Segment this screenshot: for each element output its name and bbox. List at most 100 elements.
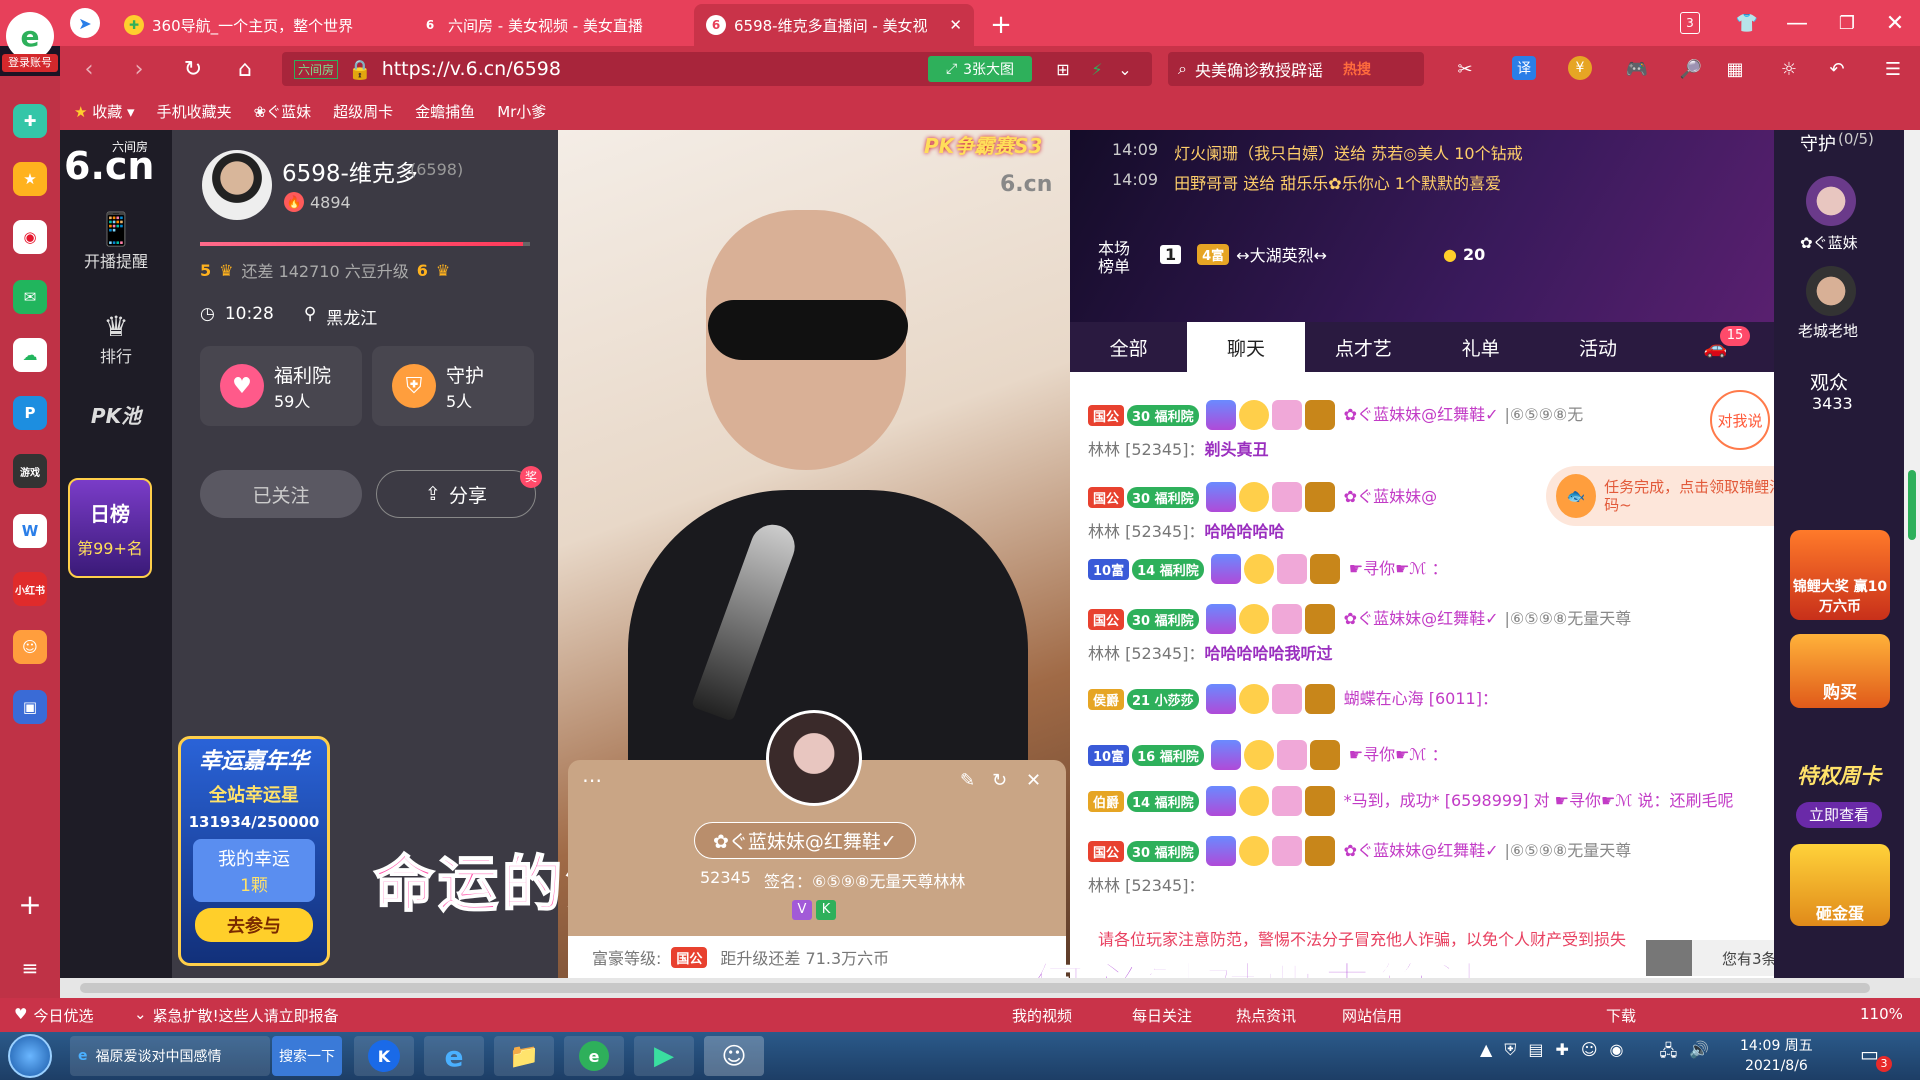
nav-live-reminder[interactable]: 📱 开播提醒 — [60, 210, 172, 272]
minimize-button[interactable]: — — [1782, 8, 1812, 38]
status-my-video[interactable]: 我的视频 — [1012, 1005, 1072, 1026]
notification-button[interactable]: ▭ 3 — [1860, 1042, 1892, 1072]
image-mode-button[interactable]: ⤢ 3张大图 — [928, 56, 1032, 82]
add-app-icon[interactable]: + — [14, 888, 46, 921]
bookmark-mr[interactable]: Mr小爹 — [497, 101, 546, 122]
close-window-button[interactable]: ✕ — [1880, 8, 1910, 38]
network-icon[interactable]: 🖧 — [1660, 1040, 1678, 1067]
tab-room-6598[interactable]: 6 6598-维克多直播间 - 美女视 ✕ — [694, 4, 974, 46]
tab-all[interactable]: 全部 — [1070, 322, 1187, 372]
tab-count-button[interactable]: 3 — [1680, 12, 1700, 34]
status-hot-news[interactable]: 热点资讯 — [1236, 1005, 1296, 1026]
chat-user[interactable]: ✿ぐ蓝妹妹@红舞鞋✓ — [1344, 405, 1499, 424]
favorites-app-icon[interactable]: ★ — [13, 162, 47, 196]
more-icon[interactable]: ⋯ — [582, 768, 602, 792]
translate-button[interactable]: 译 — [1512, 56, 1536, 80]
taskbar-explorer[interactable]: 📁 — [494, 1036, 554, 1076]
scrollbar-thumb[interactable] — [1908, 470, 1916, 540]
guard-card[interactable]: ⛨ 守护 5人 — [372, 346, 534, 426]
zoom-level[interactable]: 110% — [1860, 1005, 1903, 1023]
bookmark-favorites[interactable]: ★ 收藏 ▾ — [74, 101, 135, 122]
site-logo[interactable]: 六间房 6.cn — [64, 134, 164, 188]
avatar-app-icon[interactable]: ☺ — [13, 630, 47, 664]
taskbar-ie-search[interactable]: e 福原爱谈对中国感情 — [70, 1036, 270, 1076]
user-icon[interactable]: ☺ — [1581, 1040, 1598, 1067]
avatar[interactable] — [202, 150, 272, 220]
nav-pk-pool[interactable]: PK池 — [60, 400, 172, 429]
shield-icon[interactable]: ⛨ — [1504, 1040, 1516, 1067]
status-daily-follow[interactable]: 每日关注 — [1132, 1005, 1192, 1026]
magnifier-icon[interactable]: 🔎 — [1676, 54, 1706, 84]
lucky-carnival-card[interactable]: 幸运嘉年华 全站幸运星 131934/250000 我的幸运 1颗 去参与 — [178, 736, 330, 966]
chat-sender[interactable]: 林林 [52345]： — [1088, 522, 1204, 541]
followed-button[interactable]: 已关注 — [200, 470, 362, 518]
status-news[interactable]: ⌄ 紧急扩散!这些人请立即报备 — [134, 1005, 339, 1026]
tray-up-icon[interactable]: ▲ — [1480, 1040, 1492, 1067]
bookmark-mobile[interactable]: 手机收藏夹 — [157, 101, 232, 122]
scissors-icon[interactable]: ✂ — [1450, 54, 1480, 84]
cloud-app-icon[interactable]: ☁ — [13, 338, 47, 372]
taskbar-active-app[interactable]: ☺ — [704, 1036, 764, 1076]
guard-avatar[interactable] — [1806, 266, 1856, 316]
chevron-down-icon[interactable]: ⌄ — [1112, 56, 1138, 82]
talk-to-me-button[interactable]: 对我说 — [1710, 390, 1770, 450]
nav-ranking[interactable]: ♛ 排行 — [60, 310, 172, 367]
welfare-card[interactable]: ♥ 福利院 59人 — [200, 346, 362, 426]
tab-car[interactable]: 🚗 — [1657, 322, 1774, 372]
bookmark-lanmei[interactable]: ❀ぐ蓝妹 — [254, 101, 312, 122]
chat-message[interactable]: 伯爵 14 福利院 *马到，成功* [6598999] 对 ☛寻你☛ℳ 说：还刷毛呢 — [1088, 786, 1758, 816]
chat-message[interactable]: 国公 30 福利院 ✿ぐ蓝妹妹@红舞鞋✓ |⑥⑤⑨⑧无量天尊 — [1088, 836, 1758, 866]
back-icon[interactable]: ‹ — [74, 54, 104, 84]
apps-icon[interactable]: ▦ — [1720, 54, 1750, 84]
status-credit[interactable]: 网站信用 — [1342, 1005, 1402, 1026]
promo-view-now[interactable]: 立即查看 — [1796, 802, 1882, 828]
tab-6cn[interactable]: 6 六间房 - 美女视频 - 美女直播 — [408, 4, 688, 46]
tool-app-icon[interactable]: ▣ — [13, 690, 47, 724]
chat-message[interactable]: 国公 30 福利院 ✿ぐ蓝妹妹@红舞鞋✓ |⑥⑤⑨⑧无 — [1088, 400, 1758, 430]
chat-sender[interactable]: 林林 [52345]： — [1088, 644, 1204, 663]
doc-app-icon[interactable]: W — [13, 514, 47, 548]
undo-icon[interactable]: ↶ — [1822, 54, 1852, 84]
forward-icon[interactable]: › — [124, 54, 154, 84]
game-app-icon[interactable]: 游戏 — [13, 454, 47, 488]
horizontal-scrollbar[interactable] — [60, 978, 1920, 998]
taskbar-ie[interactable]: e — [424, 1036, 484, 1076]
send-icon[interactable]: ➤ — [70, 8, 100, 38]
status-today-picks[interactable]: ♥ 今日优选 — [14, 1005, 93, 1026]
menu-icon[interactable]: ☰ — [1878, 54, 1908, 84]
close-card-icon[interactable]: ✕ — [1026, 770, 1041, 791]
bookmark-fishing[interactable]: 金蟾捕鱼 — [415, 101, 475, 122]
start-button[interactable] — [8, 1034, 52, 1078]
taskbar-k-app[interactable]: K — [354, 1036, 414, 1076]
promo-egg[interactable]: 砸金蛋 — [1790, 844, 1890, 926]
login-button[interactable]: 登录账号 — [2, 54, 58, 72]
brightness-icon[interactable]: ☼ — [1774, 54, 1804, 84]
guard-avatar[interactable] — [1806, 176, 1856, 226]
bookmark-weekcard[interactable]: 超级周卡 — [333, 101, 393, 122]
close-tab-icon[interactable]: ✕ — [949, 16, 962, 34]
plus-icon[interactable]: ✚ — [1555, 1040, 1568, 1067]
share-button[interactable]: ⇪ 分享 — [376, 470, 536, 518]
reload-icon[interactable]: ↻ — [178, 54, 208, 84]
session-rank-row[interactable]: 1 4富 ↔大湖英烈↔ ● 20 — [1160, 242, 1485, 266]
vertical-scrollbar[interactable] — [1904, 130, 1920, 978]
shirt-icon[interactable]: 👕 — [1732, 8, 1762, 38]
chat-user[interactable]: 蝴蝶在心海 [6011]： — [1344, 689, 1498, 708]
doc-icon[interactable]: ▤ — [1528, 1040, 1543, 1067]
tab-talent[interactable]: 点才艺 — [1305, 322, 1422, 372]
bolt-icon[interactable]: ⚡ — [1084, 56, 1110, 82]
taskbar-search-button[interactable]: 搜索一下 — [272, 1036, 342, 1076]
chat-user[interactable]: ✿ぐ蓝妹妹@红舞鞋✓ — [1344, 609, 1499, 628]
promo-weekcard[interactable]: 特权周卡 — [1784, 760, 1894, 800]
chat-user[interactable]: ✿ぐ蓝妹妹@红舞鞋✓ — [1344, 841, 1499, 860]
chat-user[interactable]: ☛寻你☛ℳ ： — [1349, 745, 1448, 764]
session-rank-label[interactable]: 本场榜单 — [1098, 240, 1138, 276]
clock[interactable]: 14:09 周五 2021/8/6 — [1740, 1036, 1813, 1076]
list-icon[interactable]: ≡ — [14, 952, 46, 984]
chat-user[interactable]: *马到，成功* [6598999] 对 ☛寻你☛ℳ 说：还刷毛呢 — [1344, 791, 1734, 810]
coin-icon[interactable]: ¥ — [1568, 56, 1592, 80]
daily-rank-card[interactable]: 日榜 第99+名 — [68, 478, 152, 578]
edit-icon[interactable]: ✎ — [960, 770, 975, 791]
chat-sender[interactable]: 林林 [52345]： — [1088, 440, 1204, 459]
weibo-app-icon[interactable]: ◉ — [13, 220, 47, 254]
